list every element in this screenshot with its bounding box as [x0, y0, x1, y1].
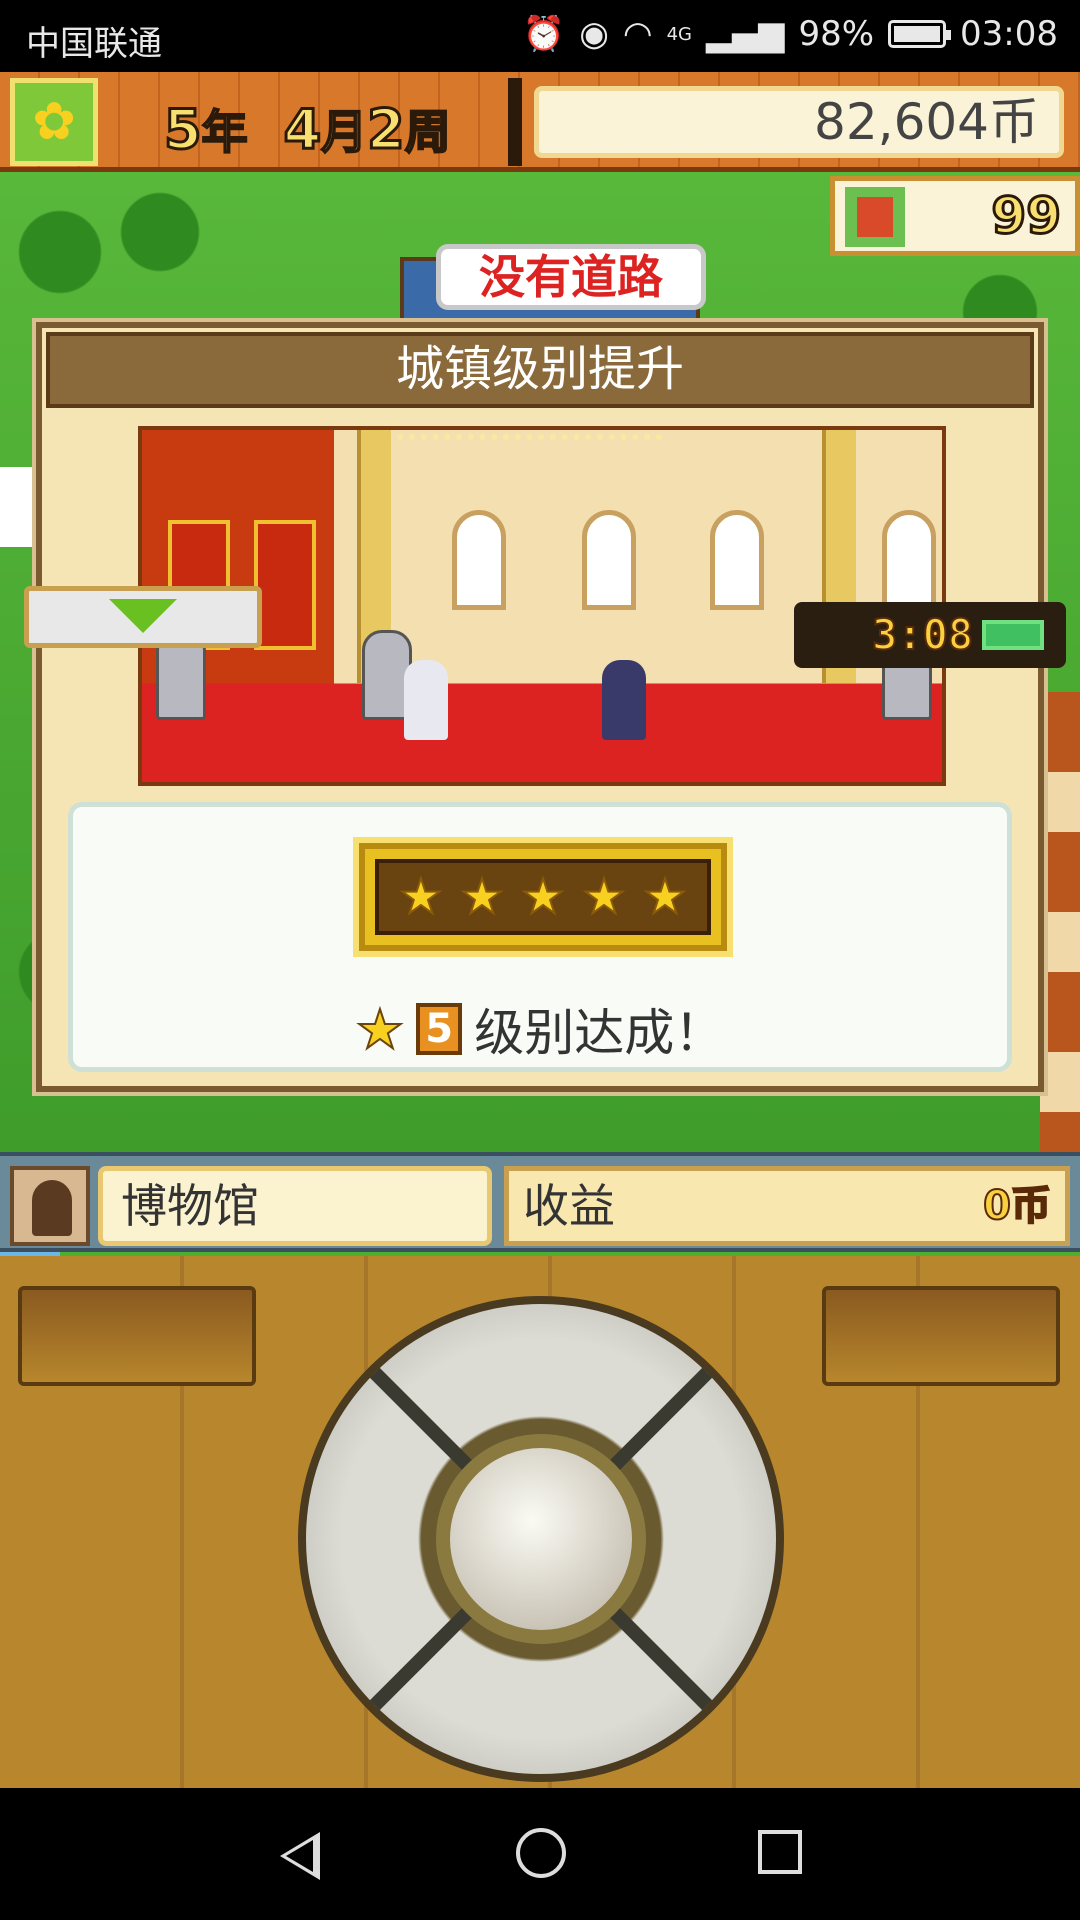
network-type: 4G — [666, 23, 692, 45]
star-plaque: ★ ★ ★ ★ ★ — [353, 837, 733, 957]
avatar[interactable] — [10, 1166, 90, 1246]
star-icon: ★ — [459, 869, 504, 925]
chevron-down-icon — [109, 599, 177, 633]
flower-icon: ✿ — [32, 92, 76, 152]
status-time: 03:08 — [960, 14, 1058, 54]
window — [452, 510, 506, 610]
town-level-up-dialog[interactable]: 城镇级别提升 ★ ★ ★ ★ ★ ★ 5 级别达成！ — [36, 322, 1044, 1092]
population-display[interactable]: 99 — [830, 176, 1080, 256]
info-bar: 博物馆 收益 0币 — [0, 1152, 1080, 1252]
battery-percent: 98% — [798, 14, 875, 54]
dialog-title: 城镇级别提升 — [46, 332, 1034, 408]
level-achieved: ★ 5 级别达成！ — [73, 993, 1007, 1065]
back-icon[interactable] — [280, 1832, 320, 1880]
game-date: 5年 4月2周 — [163, 96, 452, 163]
confirm-button[interactable] — [436, 1434, 646, 1644]
star-icon: ★ — [582, 869, 627, 925]
mayor — [602, 660, 646, 740]
wifi-icon: ◠ — [622, 14, 653, 54]
controller-panel — [0, 1256, 1080, 1788]
no-road-sign: 没有道路 — [436, 244, 706, 310]
dpad[interactable] — [298, 1296, 784, 1782]
week-unit: 周 — [404, 104, 452, 160]
star-icon: ★ — [398, 869, 443, 925]
houses — [1040, 692, 1080, 1192]
advisor — [404, 660, 448, 740]
level-badge: 5 — [416, 1003, 463, 1055]
right-shoulder-button[interactable] — [822, 1286, 1060, 1386]
month-unit: 月 — [320, 104, 368, 160]
throne — [254, 520, 316, 650]
star-icon: ★ — [643, 869, 688, 925]
month-number: 4 — [282, 97, 323, 163]
year-number: 5 — [163, 97, 204, 163]
star-row: ★ ★ ★ ★ ★ — [375, 859, 711, 935]
window — [882, 510, 936, 610]
income-value: 0币 — [982, 1182, 1052, 1230]
result-panel: ★ ★ ★ ★ ★ ★ 5 级别达成！ — [68, 802, 1012, 1072]
collapse-button[interactable] — [24, 586, 262, 648]
signal-icon: ▂▄▆ — [705, 14, 785, 54]
status-icons: ⏰ ◉ ◠ 4G ▂▄▆ 98% 03:08 — [523, 14, 1058, 54]
no-road-sign-edge — [0, 467, 40, 547]
star-icon: ★ — [520, 869, 565, 925]
week-number: 2 — [366, 97, 407, 163]
status-bar: 中国联通 ⏰ ◉ ◠ 4G ▂▄▆ 98% 03:08 — [0, 0, 1080, 72]
left-shoulder-button[interactable] — [18, 1286, 256, 1386]
system-nav-bar — [0, 1788, 1080, 1920]
hud-divider — [508, 78, 522, 166]
top-hud: ✿ 5年 4月2周 82,604币 — [0, 72, 1080, 172]
battery-icon — [888, 20, 952, 48]
achieve-text: 级别达成！ — [474, 1004, 725, 1062]
home-icon[interactable] — [516, 1828, 566, 1878]
eye-icon: ◉ — [579, 14, 609, 54]
building-name: 博物馆 — [98, 1166, 492, 1246]
carrier-label: 中国联通 — [26, 24, 162, 64]
recent-apps-icon[interactable] — [758, 1830, 802, 1874]
income-label: 收益 — [523, 1179, 615, 1233]
chandelier — [362, 434, 662, 474]
population-value: 99 — [990, 186, 1063, 247]
star-icon: ★ — [355, 997, 405, 1062]
income-panel: 收益 0币 — [504, 1166, 1070, 1246]
house-icon — [845, 187, 905, 247]
battery-icon — [982, 620, 1044, 650]
menu-flower-button[interactable]: ✿ — [10, 78, 98, 166]
money-display: 82,604币 — [534, 86, 1064, 158]
clock-time: 3:08 — [871, 609, 974, 660]
game-screen: 没有道路 ✿ 5年 4月2周 82,604币 99 城镇级别提升 ★ ★ ★ ★… — [0, 72, 1080, 1788]
window — [582, 510, 636, 610]
window — [710, 510, 764, 610]
year-unit: 年 — [201, 104, 249, 160]
alarm-icon: ⏰ — [522, 14, 566, 54]
game-clock: 3:08 — [794, 602, 1066, 668]
